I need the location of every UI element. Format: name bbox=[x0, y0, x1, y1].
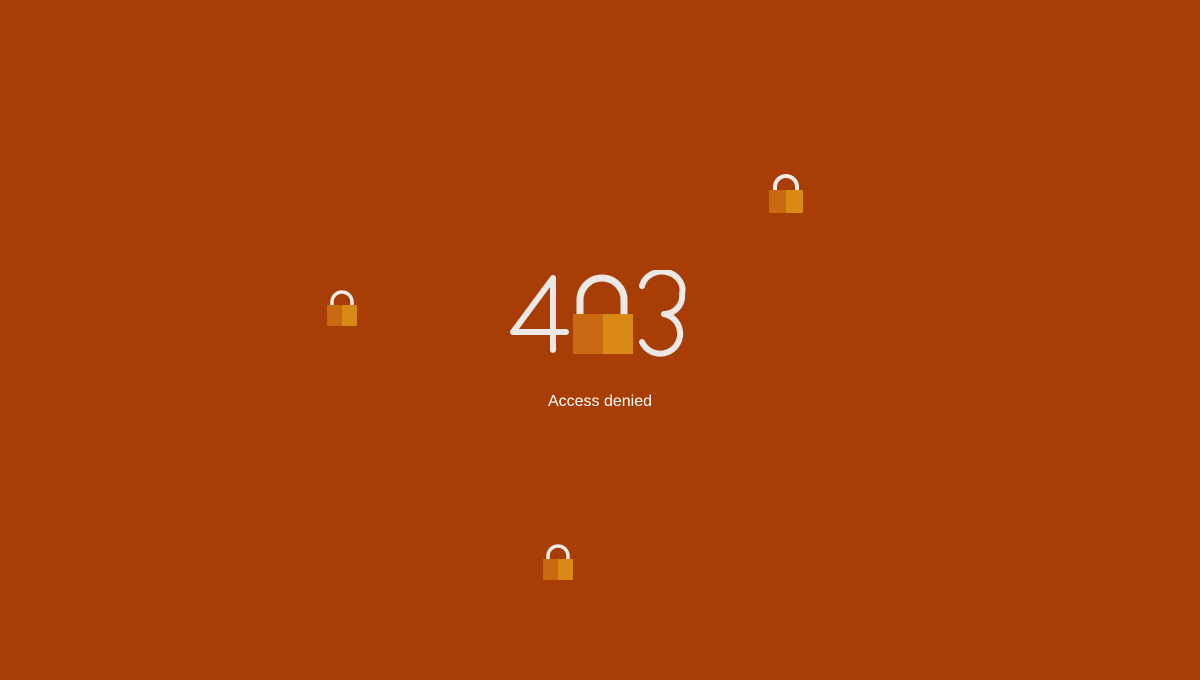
padlock-icon bbox=[543, 544, 573, 581]
error-page: 403 Access denied bbox=[0, 0, 1200, 680]
error-code: 403 bbox=[508, 270, 692, 360]
digit-three bbox=[639, 270, 686, 357]
padlock-icon bbox=[327, 290, 357, 327]
padlock-icon bbox=[769, 174, 803, 214]
digit-four bbox=[510, 275, 569, 353]
digit-zero-padlock-icon bbox=[573, 274, 633, 354]
error-message: Access denied bbox=[547, 393, 653, 410]
